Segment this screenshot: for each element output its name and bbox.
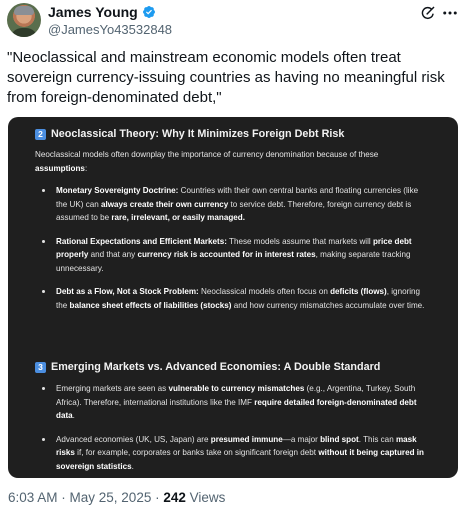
number-2-icon: 2 [35, 128, 46, 140]
author-display-name[interactable]: James Young [48, 4, 138, 20]
section-2-heading: 2 Neoclassical Theory: Why It Minimizes … [35, 128, 344, 140]
more-options-icon[interactable] [441, 5, 459, 21]
section-3-title: Emerging Markets vs. Advanced Economies:… [51, 361, 381, 373]
list-item: Debt as a Flow, Not a Stock Problem: Neo… [35, 285, 427, 312]
grok-icon[interactable] [420, 5, 436, 21]
section-3-list: Emerging markets are seen as vulnerable … [35, 382, 427, 478]
list-item: Emerging markets are seen as vulnerable … [35, 382, 427, 423]
section-2-title: Neoclassical Theory: Why It Minimizes Fo… [51, 128, 345, 140]
list-item: Rational Expectations and Efficient Mark… [35, 235, 427, 276]
tweet-text: "Neoclassical and mainstream economic mo… [7, 49, 445, 106]
section-3-heading: 3 Emerging Markets vs. Advanced Economie… [35, 361, 380, 373]
section-2-list: Monetary Sovereignty Doctrine: Countries… [35, 184, 427, 322]
tweet-time[interactable]: 6:03 AM [8, 490, 58, 505]
views-label: Views [185, 490, 226, 505]
tweet-header: James Young @JamesYo43532848 [0, 0, 467, 42]
list-item: Monetary Sovereignty Doctrine: Countries… [35, 184, 427, 225]
tweet-meta: 6:03 AM · May 25, 2025 · 242 Views [8, 490, 226, 505]
author-handle[interactable]: @JamesYo43532848 [48, 22, 172, 37]
section-2-lead: Neoclassical models often downplay the i… [35, 150, 379, 173]
list-item: Advanced economies (UK, US, Japan) are p… [35, 433, 427, 474]
tweet-date[interactable]: May 25, 2025 [70, 490, 152, 505]
author-name-line: James Young [48, 4, 156, 20]
avatar[interactable] [7, 3, 41, 37]
number-3-icon: 3 [35, 361, 46, 373]
attached-image-card[interactable]: 2 Neoclassical Theory: Why It Minimizes … [8, 117, 458, 478]
verified-badge-icon [142, 6, 155, 18]
views-count: 242 [163, 490, 186, 505]
